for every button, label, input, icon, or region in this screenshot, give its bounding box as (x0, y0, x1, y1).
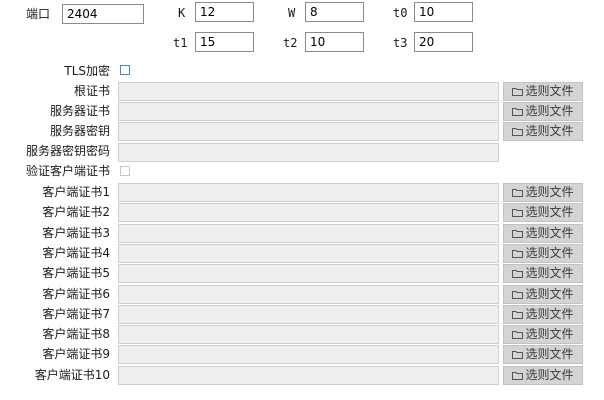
tls-label: TLS加密 (64, 64, 110, 78)
client-cert-8-label: 客户端证书8 (42, 327, 110, 341)
choose-file-label: 选则文件 (525, 287, 574, 301)
w-label: W (288, 6, 296, 20)
client-cert-7-choose-button[interactable]: 选则文件 (503, 305, 583, 324)
folder-icon (512, 230, 524, 238)
choose-file-label: 选则文件 (525, 185, 574, 199)
folder-icon (512, 331, 524, 339)
client-cert-5-path-field[interactable] (118, 264, 499, 283)
client-cert-1-choose-button[interactable]: 选则文件 (503, 183, 583, 202)
client-cert-8-choose-button[interactable]: 选则文件 (503, 325, 583, 344)
server-cert-choose-button[interactable]: 选则文件 (503, 102, 583, 121)
verify-client-label: 验证客户端证书 (25, 164, 110, 178)
t1-input[interactable] (195, 32, 254, 52)
folder-icon (512, 128, 524, 136)
t0-label: t0 (393, 6, 408, 20)
client-cert-1-label: 客户端证书1 (42, 185, 110, 199)
client-cert-3-path-field[interactable] (118, 224, 499, 243)
client-cert-2-choose-button[interactable]: 选则文件 (503, 203, 583, 222)
folder-icon (512, 250, 524, 258)
client-cert-9-choose-button[interactable]: 选则文件 (503, 345, 583, 364)
t1-label: t1 (173, 36, 188, 50)
client-cert-9-label: 客户端证书9 (42, 347, 110, 361)
folder-icon (512, 291, 524, 299)
client-cert-10-label: 客户端证书10 (34, 368, 110, 382)
port-label: 端口 (26, 7, 51, 21)
folder-icon (512, 270, 524, 278)
client-cert-7-path-field[interactable] (118, 305, 499, 324)
root-cert-label: 根证书 (73, 84, 110, 98)
client-cert-7-label: 客户端证书7 (42, 307, 110, 321)
client-cert-8-path-field[interactable] (118, 325, 499, 344)
choose-file-label: 选则文件 (525, 124, 574, 138)
choose-file-label: 选则文件 (525, 327, 574, 341)
choose-file-label: 选则文件 (525, 347, 574, 361)
choose-file-label: 选则文件 (525, 205, 574, 219)
client-cert-6-path-field[interactable] (118, 285, 499, 304)
t3-input[interactable] (414, 32, 473, 52)
client-cert-4-label: 客户端证书4 (42, 246, 110, 260)
client-cert-1-path-field[interactable] (118, 183, 499, 202)
choose-file-label: 选则文件 (525, 84, 574, 98)
tls-checkbox[interactable] (120, 65, 130, 75)
server-cert-path-field[interactable] (118, 102, 499, 121)
server-key-path-field[interactable] (118, 122, 499, 141)
root-cert-choose-button[interactable]: 选则文件 (503, 82, 583, 101)
choose-file-label: 选则文件 (525, 307, 574, 321)
folder-icon (512, 108, 524, 116)
folder-icon (512, 209, 524, 217)
client-cert-10-choose-button[interactable]: 选则文件 (503, 366, 583, 385)
choose-file-label: 选则文件 (525, 104, 574, 118)
server-key-choose-button[interactable]: 选则文件 (503, 122, 583, 141)
folder-icon (512, 88, 524, 96)
client-cert-6-label: 客户端证书6 (42, 287, 110, 301)
folder-icon (512, 351, 524, 359)
server-key-password-field[interactable] (118, 143, 499, 162)
port-input[interactable] (62, 4, 144, 24)
folder-icon (512, 189, 524, 197)
t2-label: t2 (283, 36, 298, 50)
client-cert-2-label: 客户端证书2 (42, 205, 110, 219)
t3-label: t3 (393, 36, 408, 50)
t0-input[interactable] (414, 2, 473, 22)
client-cert-5-choose-button[interactable]: 选则文件 (503, 264, 583, 283)
verify-client-checkbox[interactable] (120, 166, 130, 176)
server-key-password-label: 服务器密钥密码 (25, 144, 110, 158)
server-cert-label: 服务器证书 (49, 104, 110, 118)
client-cert-6-choose-button[interactable]: 选则文件 (503, 285, 583, 304)
choose-file-label: 选则文件 (525, 266, 574, 280)
client-cert-3-choose-button[interactable]: 选则文件 (503, 224, 583, 243)
folder-icon (512, 311, 524, 319)
client-cert-3-label: 客户端证书3 (42, 226, 110, 240)
k-label: K (178, 6, 186, 20)
k-input[interactable] (195, 2, 254, 22)
server-key-label: 服务器密钥 (49, 124, 110, 138)
client-cert-5-label: 客户端证书5 (42, 266, 110, 280)
choose-file-label: 选则文件 (525, 368, 574, 382)
choose-file-label: 选则文件 (525, 246, 574, 260)
client-cert-9-path-field[interactable] (118, 345, 499, 364)
t2-input[interactable] (305, 32, 364, 52)
client-cert-4-choose-button[interactable]: 选则文件 (503, 244, 583, 263)
client-cert-10-path-field[interactable] (118, 366, 499, 385)
client-cert-2-path-field[interactable] (118, 203, 499, 222)
choose-file-label: 选则文件 (525, 226, 574, 240)
root-cert-path-field[interactable] (118, 82, 499, 101)
client-cert-4-path-field[interactable] (118, 244, 499, 263)
w-input[interactable] (305, 2, 364, 22)
folder-icon (512, 372, 524, 380)
